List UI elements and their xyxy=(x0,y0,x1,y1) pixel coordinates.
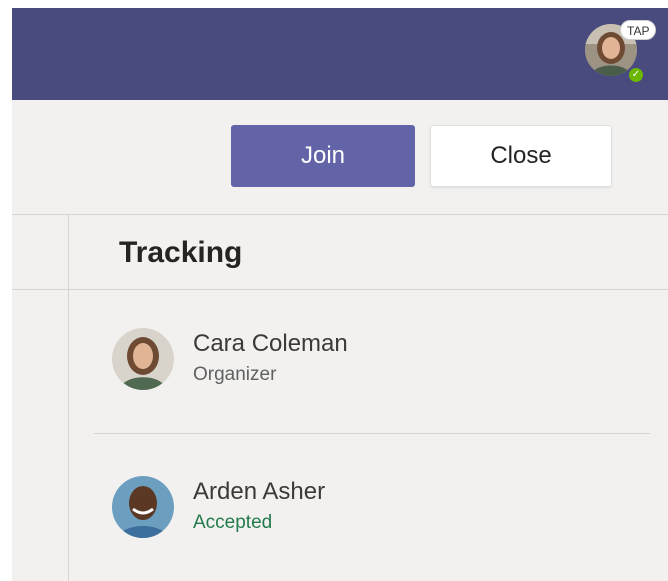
avatar xyxy=(112,476,174,538)
attendee-row: Cara Coleman Organizer xyxy=(112,328,612,398)
section-title: Tracking xyxy=(119,236,243,269)
meeting-actions: Join Close xyxy=(12,100,668,214)
attendee-name: Arden Asher xyxy=(193,478,326,505)
divider xyxy=(12,289,668,290)
attendee-row: Arden Asher Accepted xyxy=(112,476,612,546)
profile-avatar-button[interactable]: TAP ✓ xyxy=(585,20,657,84)
attendee-status: Accepted xyxy=(193,512,273,533)
person-photo-icon xyxy=(112,328,174,390)
tap-badge: TAP xyxy=(620,20,657,40)
attendee-name: Cara Coleman xyxy=(193,330,348,357)
person-photo-icon xyxy=(112,476,174,538)
avatar xyxy=(112,328,174,390)
close-button[interactable]: Close xyxy=(430,125,612,187)
divider-vertical xyxy=(68,214,69,581)
divider xyxy=(94,433,650,434)
app-frame: TAP ✓ Join Close Tracking Cara Coleman O… xyxy=(12,8,668,581)
available-status-icon: ✓ xyxy=(627,66,645,84)
divider xyxy=(12,214,668,215)
attendee-role: Organizer xyxy=(193,364,277,385)
top-bar: TAP ✓ xyxy=(12,8,668,100)
join-button[interactable]: Join xyxy=(231,125,415,187)
